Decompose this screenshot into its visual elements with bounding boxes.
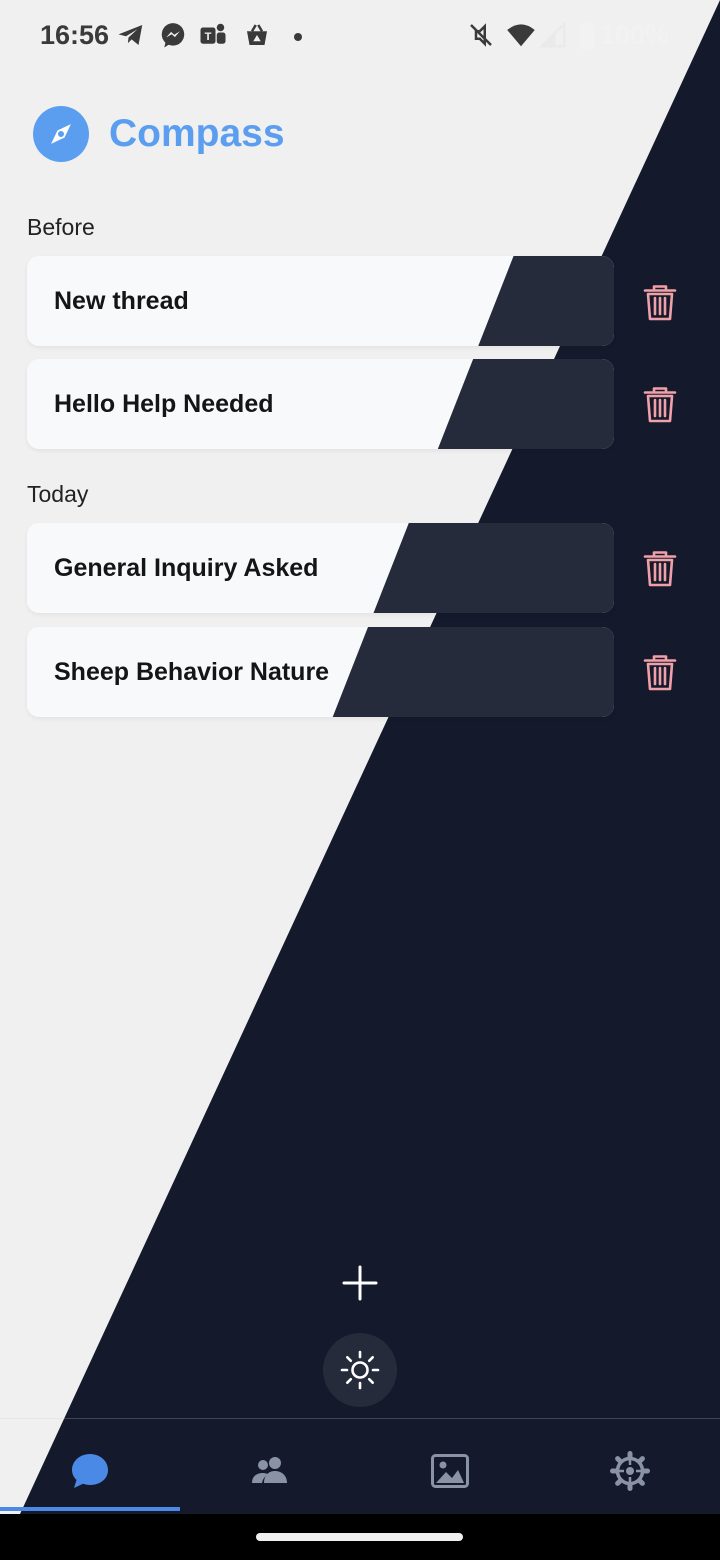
trash-icon[interactable] xyxy=(643,654,677,692)
battery-percent: 100% xyxy=(600,20,670,50)
people-icon xyxy=(252,1457,287,1483)
messenger-icon xyxy=(161,23,185,48)
more-notifications-dot xyxy=(294,33,302,41)
svg-text:T: T xyxy=(205,31,212,43)
wifi-icon xyxy=(507,24,535,47)
thread-title: Sheep Behavior Nature xyxy=(54,658,330,686)
nav-tab-images[interactable] xyxy=(360,1419,540,1515)
sun-icon xyxy=(340,1350,380,1390)
teams-icon: T xyxy=(200,23,226,44)
nav-tab-chats[interactable] xyxy=(0,1419,180,1515)
image-icon xyxy=(431,1454,469,1488)
trash-icon[interactable] xyxy=(643,284,677,322)
status-bar: 16:56 T 100% xyxy=(0,0,720,72)
thread-title: New thread xyxy=(54,287,189,315)
bottom-nav xyxy=(0,1418,720,1515)
thread-title: Hello Help Needed xyxy=(54,390,274,418)
trash-icon[interactable] xyxy=(643,550,677,588)
plus-icon[interactable] xyxy=(340,1263,380,1303)
telegram-icon xyxy=(118,25,143,45)
section-label-today: Today xyxy=(27,481,89,507)
mute-icon xyxy=(470,23,492,47)
app-title: Compass xyxy=(109,112,285,155)
trash-icon[interactable] xyxy=(643,386,677,424)
thread-item[interactable]: General Inquiry Asked General Inquiry As… xyxy=(27,523,614,613)
battery-icon xyxy=(579,22,595,49)
signal-icon xyxy=(538,20,566,48)
active-tab-indicator xyxy=(0,1507,180,1511)
thread-title: General Inquiry Asked xyxy=(54,554,319,582)
thread-item[interactable]: New thread New thread xyxy=(27,256,614,346)
section-label-before: Before xyxy=(27,214,95,240)
theme-toggle-button[interactable] xyxy=(323,1333,397,1407)
compass-icon xyxy=(33,106,89,162)
settings-gear-icon xyxy=(610,1451,650,1491)
chat-bubble-icon xyxy=(72,1454,108,1488)
thread-item[interactable]: Hello Help Needed Hello Help Needed xyxy=(27,359,614,449)
store-icon xyxy=(247,24,267,45)
status-time: 16:56 xyxy=(40,20,110,50)
thread-item[interactable]: Sheep Behavior Nature Sheep Behavior Nat… xyxy=(27,627,614,717)
nav-tab-people[interactable] xyxy=(180,1419,360,1515)
system-gesture-bar xyxy=(0,1514,720,1560)
nav-tab-settings[interactable] xyxy=(540,1419,720,1515)
home-gesture-handle[interactable] xyxy=(256,1533,463,1541)
